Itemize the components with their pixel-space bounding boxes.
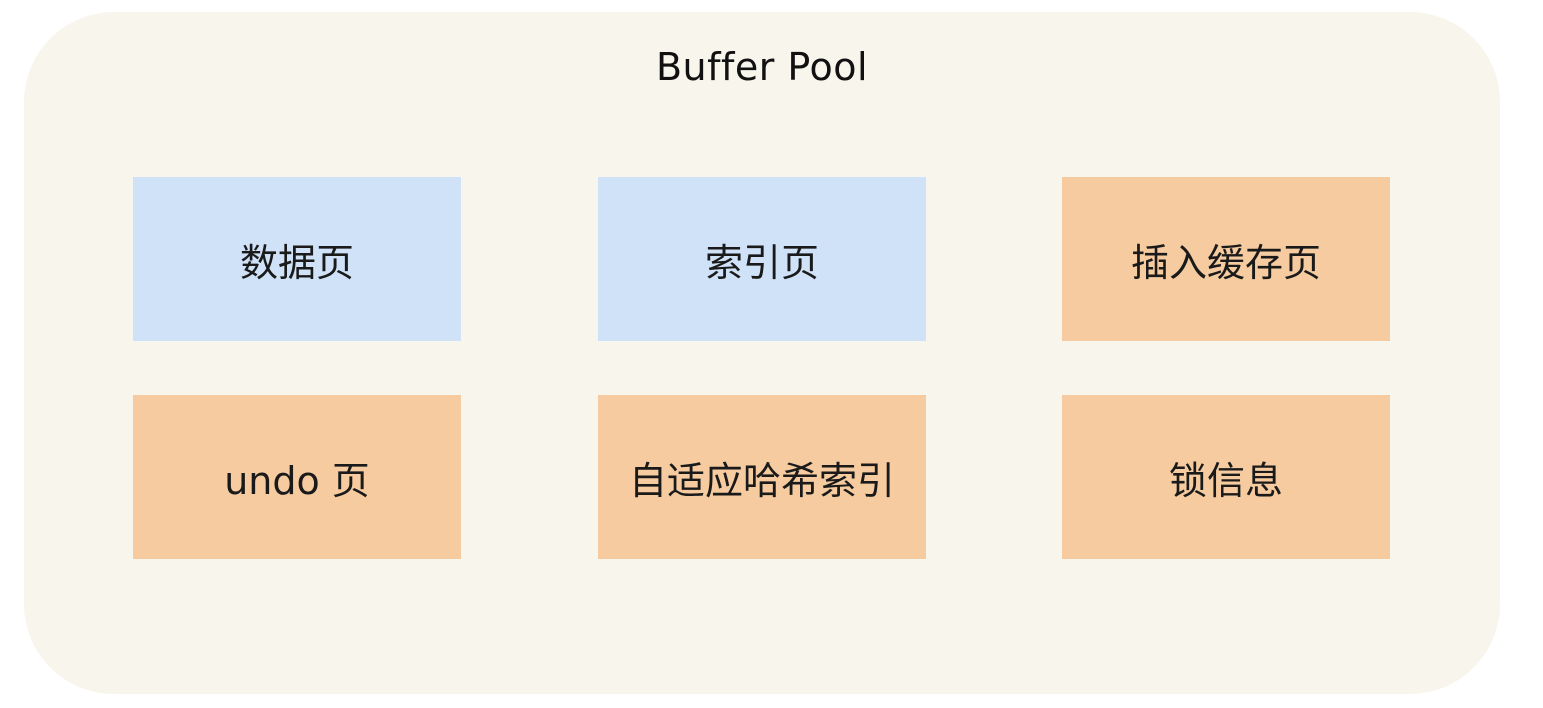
buffer-pool-title: Buffer Pool bbox=[655, 45, 869, 89]
insert-buffer-page-box: 插入缓存页 bbox=[1062, 177, 1390, 341]
adaptive-hash-index-box: 自适应哈希索引 bbox=[598, 395, 926, 559]
lock-info-box: 锁信息 bbox=[1062, 395, 1390, 559]
data-page-box: 数据页 bbox=[133, 177, 461, 341]
buffer-pool-container: Buffer Pool 数据页 索引页 插入缓存页 undo 页 自适应哈希索引… bbox=[24, 12, 1500, 694]
undo-page-box: undo 页 bbox=[133, 395, 461, 559]
index-page-box: 索引页 bbox=[598, 177, 926, 341]
